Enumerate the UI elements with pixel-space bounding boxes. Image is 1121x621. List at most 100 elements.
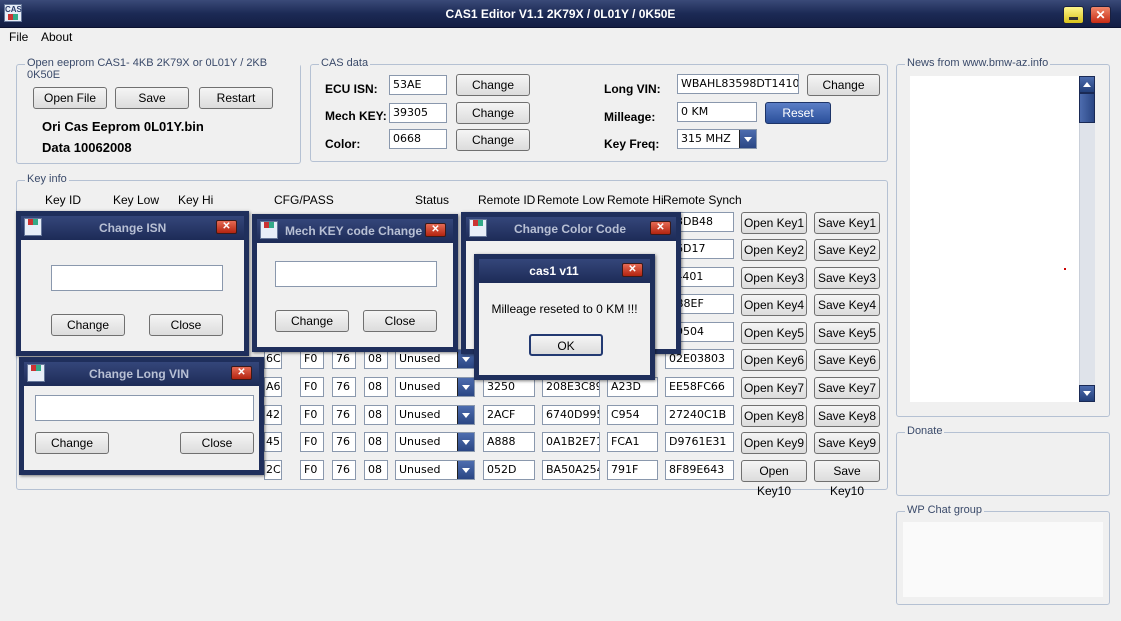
mech-key-change-button[interactable]: Change [275,310,349,332]
save-button[interactable]: Save [115,87,189,109]
row9-key-hi[interactable]: 45 [264,432,282,452]
mech-key-close-button[interactable]: Close [363,310,437,332]
long-vin-input[interactable] [35,395,254,421]
row10-cfg1[interactable]: F0 [300,460,324,480]
row10-key-hi[interactable]: 2C [264,460,282,480]
open-file-button[interactable]: Open File [33,87,107,109]
row10-status-dropdown-icon[interactable] [457,461,474,479]
message-close-icon[interactable]: ✕ [622,263,643,277]
row7-key-hi[interactable]: A6 [264,377,282,397]
row6-key-hi[interactable]: 6C [264,349,282,369]
change-color-close-icon[interactable]: ✕ [650,221,671,235]
row6-cfg3[interactable]: 08 [364,349,388,369]
scroll-thumb[interactable] [1079,93,1095,123]
row9-cfg1[interactable]: F0 [300,432,324,452]
long-vin-close-button[interactable]: Close [180,432,254,454]
row9-cfg3[interactable]: 08 [364,432,388,452]
row10-cfg2[interactable]: 76 [332,460,356,480]
long-vin-change-button[interactable]: Change [35,432,109,454]
long-vin-close-icon[interactable]: ✕ [231,366,252,380]
title-bar[interactable]: CAS CAS1 Editor V1.1 2K79X / 0L01Y / 0K5… [0,0,1121,28]
row8-cfg1[interactable]: F0 [300,405,324,425]
row8-cfg3[interactable]: 08 [364,405,388,425]
row10-remote-hi[interactable]: 791F [607,460,658,480]
close-icon[interactable]: ✕ [1090,6,1111,24]
row9-remote-synch[interactable]: D9761E31 [665,432,734,452]
row9-remote-hi[interactable]: FCA1 [607,432,658,452]
mech-key-change-button[interactable]: Change [456,102,530,124]
scroll-up-icon[interactable] [1079,76,1095,93]
message-ok-button[interactable]: OK [529,334,603,356]
open-key8-button[interactable]: Open Key8 [741,405,807,427]
row8-remote-hi[interactable]: C954 [607,405,658,425]
row6-cfg1[interactable]: F0 [300,349,324,369]
open-key4-button[interactable]: Open Key4 [741,294,807,316]
milleage-field[interactable]: 0 KM [677,102,757,122]
mech-key-close-icon[interactable]: ✕ [425,223,446,237]
save-key4-button[interactable]: Save Key4 [814,294,880,316]
change-isn-change-button[interactable]: Change [51,314,125,336]
row8-cfg2[interactable]: 76 [332,405,356,425]
row7-remote-hi[interactable]: A23D [607,377,658,397]
open-key3-button[interactable]: Open Key3 [741,267,807,289]
row7-status-dropdown-icon[interactable] [457,378,474,396]
message-titlebar[interactable]: cas1 v11 ✕ [479,259,650,283]
change-isn-close-icon[interactable]: ✕ [216,220,237,234]
mech-key-field[interactable]: 39305 [389,103,447,123]
save-key5-button[interactable]: Save Key5 [814,322,880,344]
row8-remote-synch[interactable]: 27240C1B [665,405,734,425]
scroll-down-icon[interactable] [1079,385,1095,402]
ecu-isn-field[interactable]: 53AE [389,75,447,95]
mech-key-titlebar[interactable]: Mech KEY code Change ✕ [257,219,453,243]
news-scrollbar[interactable] [1079,76,1095,402]
open-key5-button[interactable]: Open Key5 [741,322,807,344]
change-color-titlebar[interactable]: Change Color Code ✕ [466,217,676,241]
save-key7-button[interactable]: Save Key7 [814,377,880,399]
color-change-button[interactable]: Change [456,129,530,151]
open-key6-button[interactable]: Open Key6 [741,349,807,371]
row8-status-dropdown-icon[interactable] [457,406,474,424]
row10-cfg3[interactable]: 08 [364,460,388,480]
open-key9-button[interactable]: Open Key9 [741,432,807,454]
news-panel[interactable] [910,76,1094,402]
save-key1-button[interactable]: Save Key1 [814,212,880,234]
row10-remote-synch[interactable]: 8F89E643 [665,460,734,480]
color-field[interactable]: 0668 [389,129,447,149]
long-vin-titlebar[interactable]: Change Long VIN ✕ [24,362,259,386]
row10-remote-id[interactable]: 052D [483,460,535,480]
change-isn-titlebar[interactable]: Change ISN ✕ [21,216,244,240]
restart-button[interactable]: Restart [199,87,273,109]
save-key3-button[interactable]: Save Key3 [814,267,880,289]
row9-status-dropdown-icon[interactable] [457,433,474,451]
minimize-icon[interactable] [1063,6,1084,24]
row10-remote-low[interactable]: BA50A254 [542,460,600,480]
key-freq-dropdown-icon[interactable] [739,130,756,148]
open-key2-button[interactable]: Open Key2 [741,239,807,261]
row7-remote-synch[interactable]: EE58FC66 [665,377,734,397]
row7-remote-low[interactable]: 208E3C89 [542,377,600,397]
row7-cfg2[interactable]: 76 [332,377,356,397]
open-key10-button[interactable]: Open Key10 [741,460,807,498]
row8-remote-low[interactable]: 6740D995 [542,405,600,425]
row9-cfg2[interactable]: 76 [332,432,356,452]
long-vin-change-button[interactable]: Change [807,74,880,96]
ecu-isn-change-button[interactable]: Change [456,74,530,96]
save-key2-button[interactable]: Save Key2 [814,239,880,261]
menu-about[interactable]: About [41,30,72,44]
row9-remote-id[interactable]: A888 [483,432,535,452]
save-key6-button[interactable]: Save Key6 [814,349,880,371]
change-isn-input[interactable] [51,265,223,291]
reset-button[interactable]: Reset [765,102,831,124]
open-key7-button[interactable]: Open Key7 [741,377,807,399]
long-vin-field[interactable]: WBAHL83598DT14103 [677,74,799,94]
save-key10-button[interactable]: Save Key10 [814,460,880,498]
row7-cfg1[interactable]: F0 [300,377,324,397]
open-key1-button[interactable]: Open Key1 [741,212,807,234]
menu-file[interactable]: File [9,30,28,44]
row8-key-hi[interactable]: 42 [264,405,282,425]
save-key9-button[interactable]: Save Key9 [814,432,880,454]
row6-cfg2[interactable]: 76 [332,349,356,369]
row7-remote-id[interactable]: 3250 [483,377,535,397]
change-isn-close-button[interactable]: Close [149,314,223,336]
row7-cfg3[interactable]: 08 [364,377,388,397]
